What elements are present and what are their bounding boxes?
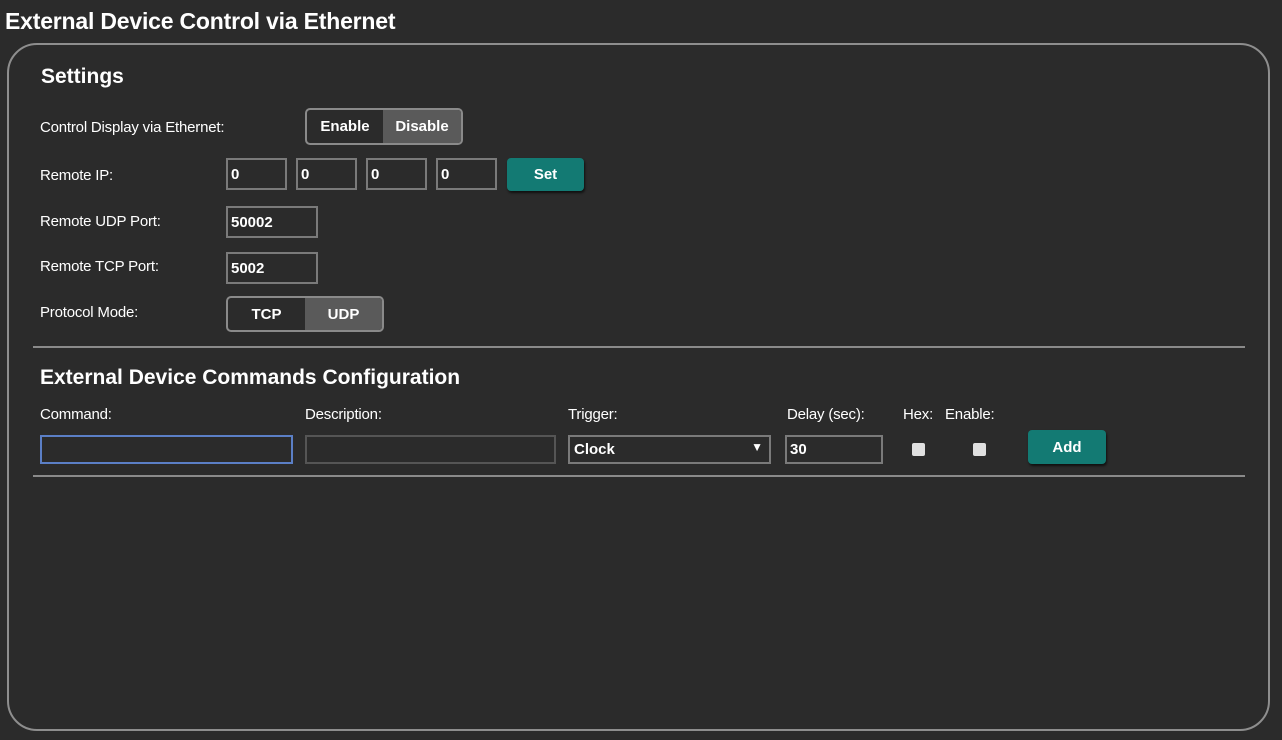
hex-header: Hex: (903, 406, 934, 423)
ip-octet-1-input[interactable] (226, 158, 287, 190)
tcp-port-label: Remote TCP Port: (40, 258, 159, 275)
protocol-mode-label: Protocol Mode: (40, 304, 139, 321)
control-display-toggle: Enable Disable (305, 108, 463, 145)
add-command-button[interactable]: Add (1028, 430, 1106, 464)
trigger-header: Trigger: (568, 406, 618, 423)
dropdown-arrow-icon: ▼ (751, 440, 763, 454)
hex-checkbox[interactable] (912, 443, 925, 456)
command-input[interactable] (40, 435, 293, 464)
ip-octet-4-input[interactable] (436, 158, 497, 190)
delay-input[interactable] (785, 435, 883, 464)
enable-header: Enable: (945, 406, 995, 423)
udp-port-input[interactable] (226, 206, 318, 238)
enable-option[interactable]: Enable (307, 110, 383, 143)
description-input[interactable] (305, 435, 556, 464)
trigger-value: Clock (574, 441, 615, 458)
disable-option[interactable]: Disable (383, 110, 461, 143)
ip-octet-2-input[interactable] (296, 158, 357, 190)
control-display-label: Control Display via Ethernet: (40, 119, 225, 136)
page-title: External Device Control via Ethernet (5, 8, 396, 34)
udp-port-label: Remote UDP Port: (40, 213, 161, 230)
udp-option[interactable]: UDP (305, 298, 382, 330)
settings-title: Settings (41, 65, 124, 88)
remote-ip-label: Remote IP: (40, 167, 114, 184)
commands-title: External Device Commands Configuration (40, 366, 461, 389)
set-ip-button[interactable]: Set (507, 158, 584, 191)
protocol-mode-toggle: TCP UDP (226, 296, 384, 332)
tcp-option[interactable]: TCP (228, 298, 305, 330)
delay-header: Delay (sec): (787, 406, 865, 423)
enable-checkbox[interactable] (973, 443, 986, 456)
commands-divider (33, 475, 1245, 477)
section-divider (33, 346, 1245, 348)
command-header: Command: (40, 406, 112, 423)
ip-octet-3-input[interactable] (366, 158, 427, 190)
trigger-select[interactable]: Clock ▼ (568, 435, 771, 464)
tcp-port-input[interactable] (226, 252, 318, 284)
description-header: Description: (305, 406, 382, 423)
